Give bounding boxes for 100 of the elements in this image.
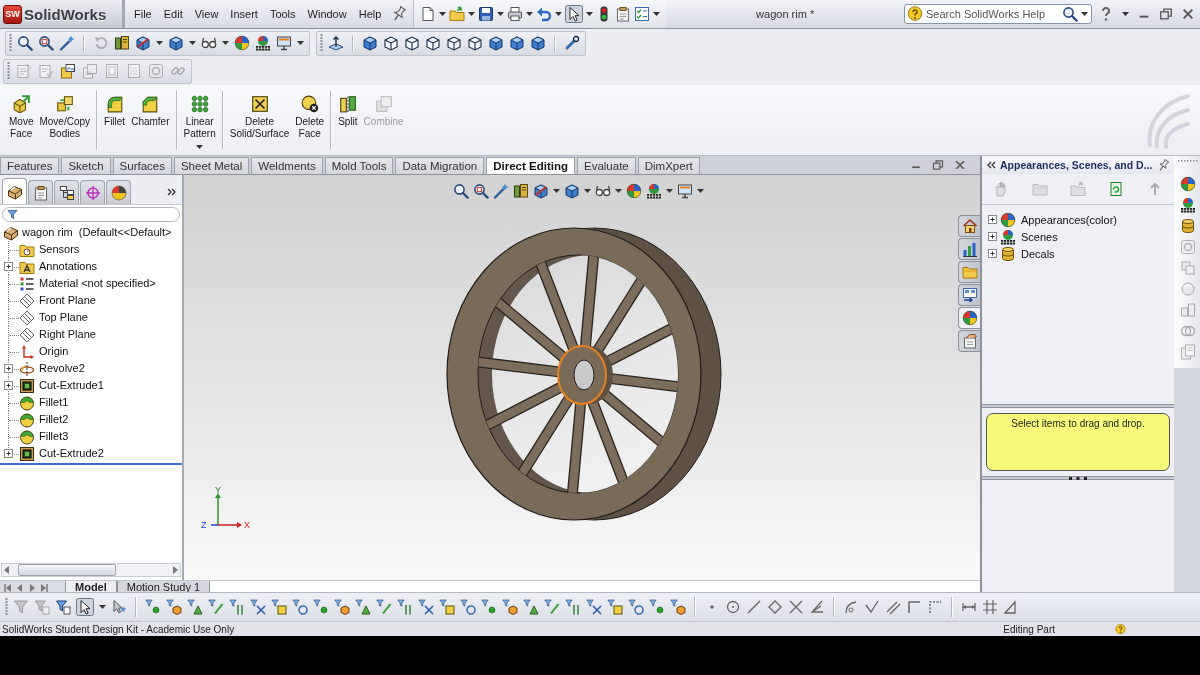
command-tab[interactable]: Sketch bbox=[61, 157, 111, 174]
expand-icon[interactable] bbox=[4, 364, 13, 373]
dashed-corner-icon[interactable] bbox=[927, 599, 943, 615]
cube-icon[interactable] bbox=[362, 35, 378, 51]
menu-item[interactable]: File bbox=[128, 5, 158, 23]
expand-icon[interactable] bbox=[4, 262, 13, 271]
grip-icon[interactable] bbox=[5, 598, 8, 616]
funnel-cross-icon[interactable] bbox=[418, 599, 434, 615]
menu-item[interactable]: Insert bbox=[224, 5, 264, 23]
diamond-icon[interactable] bbox=[767, 599, 783, 615]
menu-item[interactable]: View bbox=[188, 5, 225, 23]
line-icon[interactable] bbox=[746, 599, 762, 615]
funnel-dot-icon[interactable] bbox=[649, 599, 665, 615]
normal-arrow-icon[interactable] bbox=[328, 35, 344, 51]
books-icon[interactable] bbox=[114, 35, 130, 51]
expand-icon[interactable] bbox=[4, 381, 13, 390]
expand-icon[interactable] bbox=[988, 249, 997, 258]
check-mark-icon[interactable] bbox=[864, 599, 880, 615]
caret-icon[interactable] bbox=[526, 12, 534, 16]
caret-icon[interactable] bbox=[99, 605, 106, 609]
command-button[interactable]: Move/Copy Bodies bbox=[36, 85, 94, 155]
command-tab[interactable]: Direct Editing bbox=[486, 157, 575, 174]
feature-item[interactable]: Right Plane bbox=[39, 327, 96, 342]
part-name[interactable]: wagon rim (Default<<Default> bbox=[22, 225, 172, 240]
library-item[interactable]: Decals bbox=[1021, 247, 1055, 260]
caret-icon[interactable] bbox=[1081, 12, 1088, 16]
magnifier-icon[interactable] bbox=[17, 35, 33, 51]
funnel-axis-icon[interactable] bbox=[229, 599, 245, 615]
grip-icon[interactable] bbox=[9, 34, 12, 52]
bar-arrow-left-icon[interactable] bbox=[3, 582, 13, 593]
printer-icon[interactable] bbox=[507, 6, 524, 22]
command-button[interactable]: Delete Solid/Surface bbox=[226, 85, 293, 155]
task-pane-tab[interactable] bbox=[958, 215, 980, 237]
search-input[interactable]: Search SolidWorks Help bbox=[926, 8, 1059, 20]
caret-icon[interactable] bbox=[222, 41, 229, 45]
cube-icon[interactable] bbox=[168, 35, 184, 51]
cube-icon[interactable] bbox=[509, 35, 525, 51]
panel-tab[interactable] bbox=[106, 180, 131, 204]
funnel-dot-icon[interactable] bbox=[145, 599, 161, 615]
pushpin-icon[interactable] bbox=[1157, 158, 1170, 172]
help-bubble-icon[interactable] bbox=[1115, 623, 1126, 635]
scene-icon[interactable] bbox=[645, 183, 662, 199]
grip-icon[interactable] bbox=[1068, 476, 1088, 480]
feature-item[interactable]: Fillet1 bbox=[39, 395, 69, 410]
angle-icon[interactable] bbox=[809, 599, 825, 615]
funnel-cube-icon[interactable] bbox=[166, 599, 182, 615]
grip-icon[interactable] bbox=[7, 62, 10, 80]
scene-icon[interactable] bbox=[255, 35, 271, 51]
double-chevron-icon[interactable] bbox=[167, 186, 177, 197]
funnel-cube-icon[interactable] bbox=[502, 599, 518, 615]
feature-item[interactable]: Top Plane bbox=[39, 310, 88, 325]
funnel-cube-icon[interactable] bbox=[334, 599, 350, 615]
command-button[interactable]: Move Face bbox=[6, 85, 37, 155]
scene-icon[interactable] bbox=[1180, 197, 1196, 213]
command-button[interactable]: Chamfer bbox=[128, 85, 173, 155]
funnel-square-icon[interactable] bbox=[271, 599, 287, 615]
menu-item[interactable]: Help bbox=[352, 5, 388, 23]
expand-icon[interactable] bbox=[988, 215, 997, 224]
caret-icon[interactable] bbox=[497, 12, 505, 16]
magnifier-icon[interactable] bbox=[452, 183, 469, 199]
funnel-line-icon[interactable] bbox=[376, 599, 392, 615]
restore-icon[interactable] bbox=[932, 159, 944, 171]
wireframe-cube-icon[interactable] bbox=[404, 35, 420, 51]
caret-icon[interactable] bbox=[439, 12, 447, 16]
expand-icon[interactable] bbox=[988, 232, 997, 241]
command-button[interactable]: Fillet bbox=[101, 85, 129, 155]
probe-icon[interactable] bbox=[564, 35, 580, 51]
funnel-axis-icon[interactable] bbox=[397, 599, 413, 615]
clipboard-icon[interactable] bbox=[615, 6, 632, 22]
cube-icon[interactable] bbox=[530, 35, 546, 51]
funnel-square-icon[interactable] bbox=[439, 599, 455, 615]
caret-icon[interactable] bbox=[189, 41, 196, 45]
wireframe-cube-icon[interactable] bbox=[425, 35, 441, 51]
caret-icon[interactable] bbox=[583, 189, 591, 193]
panel-tab[interactable] bbox=[2, 178, 27, 204]
funnel-dot-icon[interactable] bbox=[313, 599, 329, 615]
close-icon[interactable] bbox=[954, 159, 966, 171]
funnel-dot-icon[interactable] bbox=[481, 599, 497, 615]
caret-icon[interactable] bbox=[468, 12, 476, 16]
feature-item[interactable]: Cut-Extrude2 bbox=[39, 446, 104, 461]
feature-item[interactable]: Fillet3 bbox=[39, 429, 69, 444]
feature-item[interactable]: Fillet2 bbox=[39, 412, 69, 427]
menu-item[interactable]: Window bbox=[301, 5, 353, 23]
command-tab[interactable]: DimXpert bbox=[637, 157, 700, 174]
bar-arrow-right-icon[interactable] bbox=[39, 582, 49, 593]
search-field[interactable]: Search SolidWorks Help bbox=[904, 4, 1092, 24]
command-tab[interactable]: Surfaces bbox=[112, 157, 172, 174]
panel-tab[interactable] bbox=[54, 180, 79, 204]
undo-arrow-icon[interactable] bbox=[536, 6, 553, 22]
section-cube-icon[interactable] bbox=[532, 183, 549, 199]
open-folder-icon[interactable] bbox=[449, 6, 466, 22]
command-tab[interactable]: Data Migration bbox=[395, 157, 485, 174]
caret-icon[interactable] bbox=[614, 189, 622, 193]
command-button[interactable]: Linear Pattern bbox=[180, 85, 219, 155]
monitor-icon[interactable] bbox=[276, 35, 292, 51]
restore-icon[interactable] bbox=[1159, 7, 1173, 21]
wireframe-cube-icon[interactable] bbox=[383, 35, 399, 51]
caret-icon[interactable] bbox=[552, 189, 560, 193]
funnel-triangle-icon[interactable] bbox=[355, 599, 371, 615]
feature-item[interactable]: Revolve2 bbox=[39, 361, 85, 376]
